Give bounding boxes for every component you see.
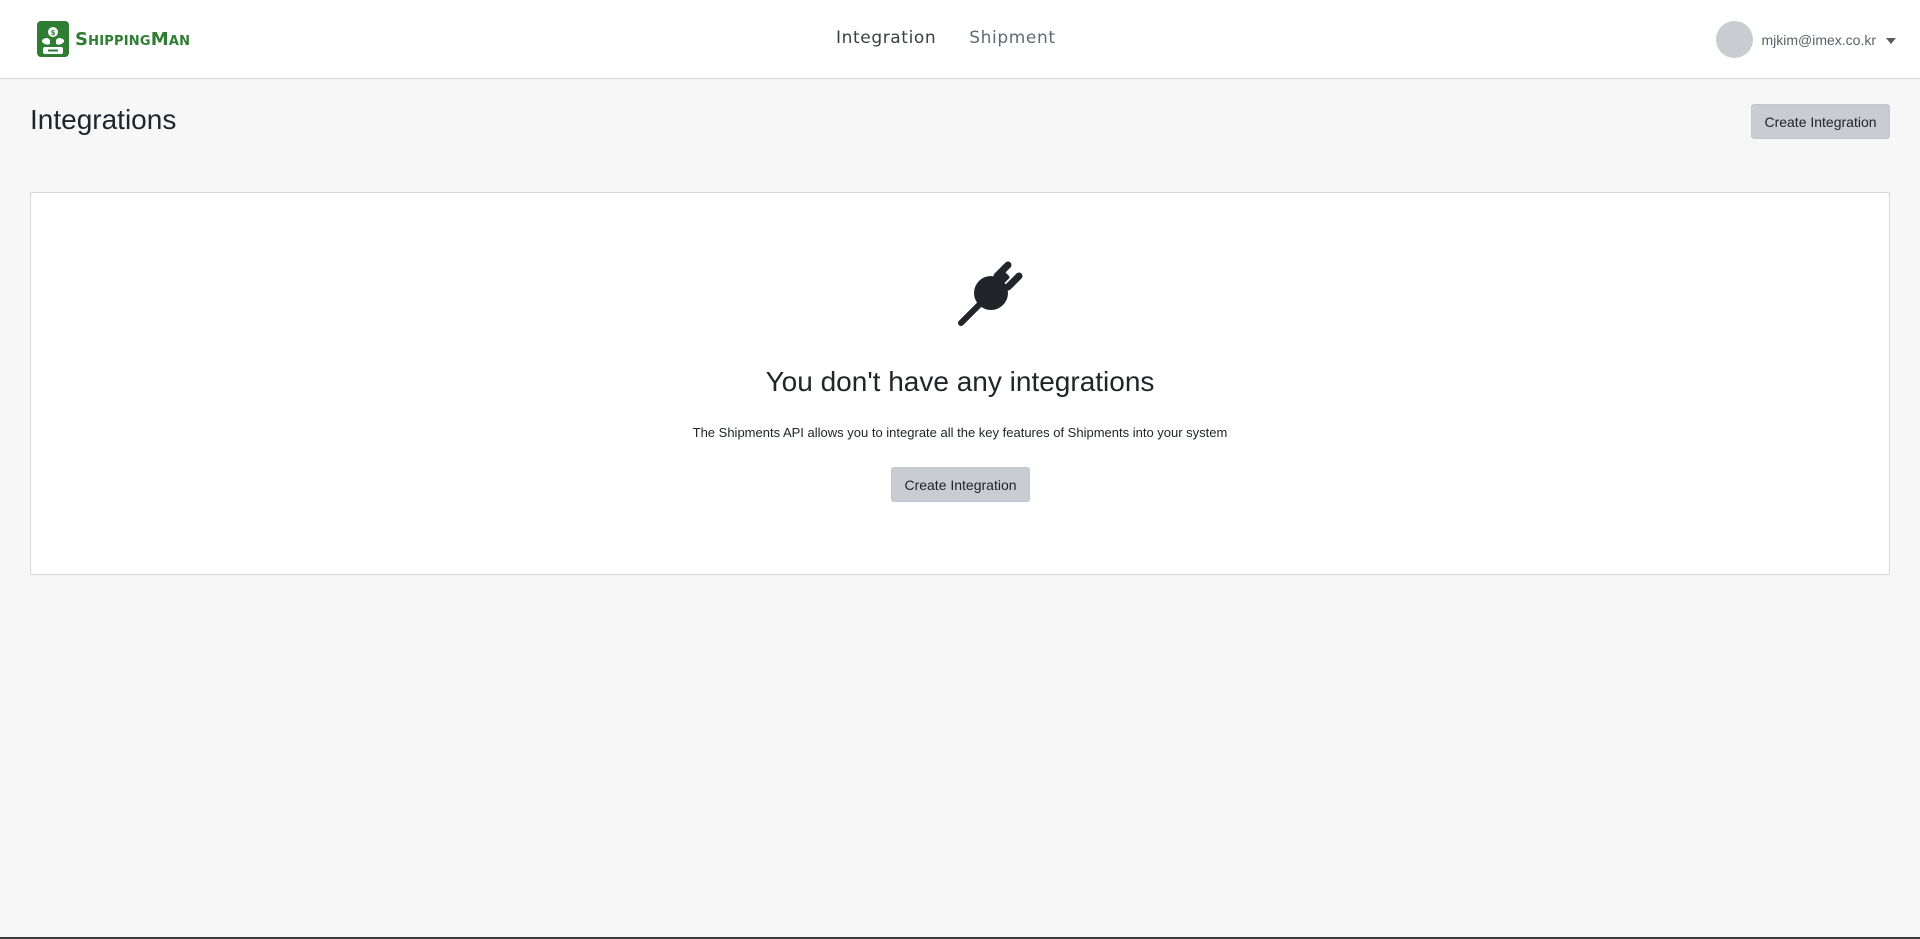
plug-icon [958,261,1023,326]
brand-logo-link[interactable]: $ ShippingMan [36,20,190,58]
svg-text:$: $ [51,29,56,37]
user-email[interactable]: mjkim@imex.co.kr [1761,32,1876,48]
brand-name: ShippingMan [75,28,191,50]
shippingman-logo-icon: $ [37,21,69,57]
caret-down-icon[interactable] [1886,38,1896,44]
empty-state-description: The Shipments API allows you to integrat… [692,425,1228,440]
empty-state-card: You don't have any integrations The Ship… [30,192,1890,575]
create-integration-button-center[interactable]: Create Integration [891,467,1030,502]
avatar[interactable] [1716,21,1754,58]
page-title: Integrations [30,104,177,135]
nav-item-integration[interactable]: Integration [836,28,936,48]
create-integration-button[interactable]: Create Integration [1751,104,1890,139]
empty-state-title: You don't have any integrations [765,366,1155,397]
top-navbar: $ ShippingMan Integration Shipment mjkim… [0,0,1920,79]
user-menu[interactable]: mjkim@imex.co.kr [1716,21,1896,58]
nav-item-shipment[interactable]: Shipment [969,28,1055,48]
main-nav: Integration Shipment [836,28,1056,48]
